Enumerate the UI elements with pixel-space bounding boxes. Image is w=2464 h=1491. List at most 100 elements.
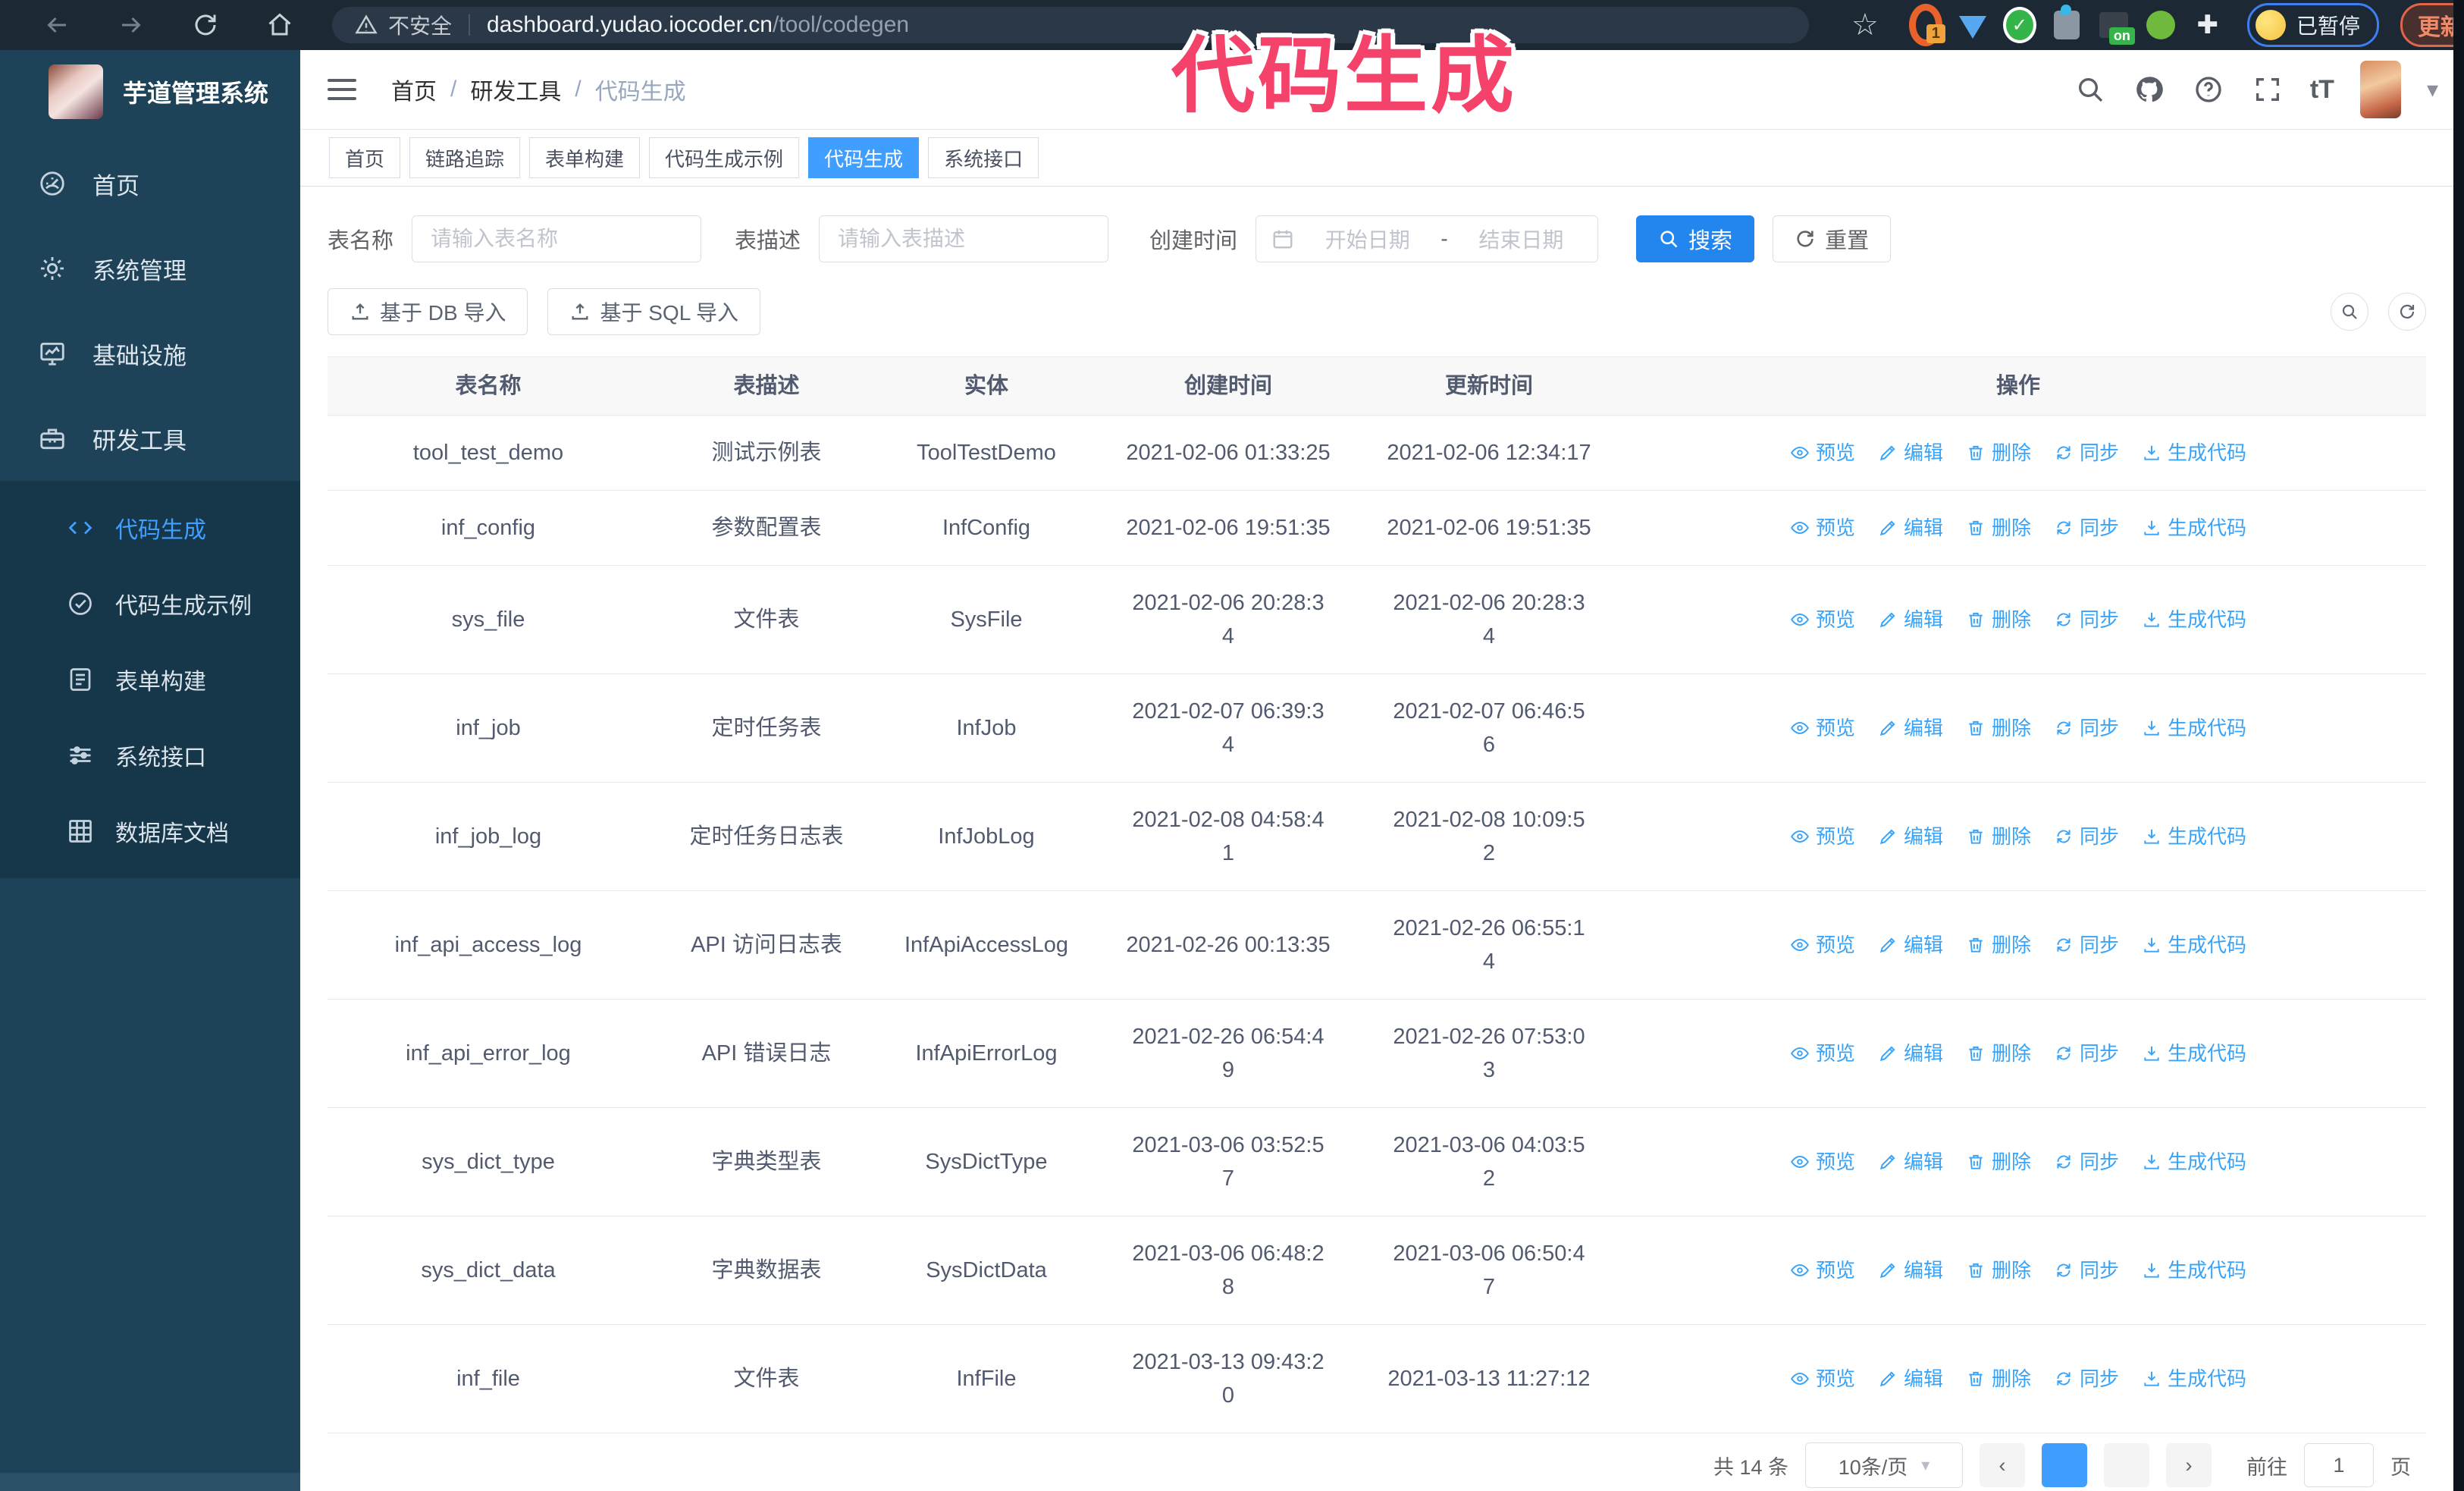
row-action-link[interactable]: 预览 — [1790, 928, 1855, 962]
page-tab[interactable]: 链路追踪 — [409, 137, 521, 178]
avatar[interactable] — [2359, 61, 2401, 118]
avatar-caret-icon[interactable]: ▾ — [2427, 77, 2438, 103]
address-bar[interactable]: 不安全 dashboard.yudao.iocoder.cn /tool/cod… — [332, 7, 1809, 43]
row-action-link[interactable]: 删除 — [1966, 1145, 2031, 1179]
row-action-link[interactable]: 删除 — [1966, 820, 2031, 853]
page-tab[interactable]: 系统接口 — [928, 137, 1039, 178]
row-action-link[interactable]: 编辑 — [1878, 511, 1943, 545]
row-action-link[interactable]: 同步 — [2054, 1362, 2119, 1395]
browser-reload-icon[interactable] — [188, 8, 223, 42]
row-action-link[interactable]: 预览 — [1790, 1037, 1855, 1070]
row-action-link[interactable]: 预览 — [1790, 603, 1855, 636]
browser-home-icon[interactable] — [262, 8, 297, 42]
breadcrumb-devtools[interactable]: 研发工具 — [470, 73, 561, 106]
page-tab[interactable]: 代码生成 — [808, 137, 920, 178]
import-db-button[interactable]: 基于 DB 导入 — [328, 288, 528, 335]
row-action-link[interactable]: 同步 — [2054, 1037, 2119, 1070]
row-action-link[interactable]: 编辑 — [1878, 1145, 1943, 1179]
page-tab[interactable]: 首页 — [329, 137, 401, 178]
sidebar-item[interactable]: 研发工具 — [0, 396, 300, 481]
bookmark-star-icon[interactable]: ☆ — [1851, 8, 1879, 42]
page-tab[interactable]: 代码生成示例 — [649, 137, 800, 178]
row-action-link[interactable]: 同步 — [2054, 1145, 2119, 1179]
row-action-link[interactable]: 生成代码 — [2142, 1362, 2246, 1395]
breadcrumb-home[interactable]: 首页 — [391, 73, 437, 106]
row-action-link[interactable]: 预览 — [1790, 1145, 1855, 1179]
row-action-link[interactable]: 生成代码 — [2142, 1037, 2246, 1070]
row-action-link[interactable]: 编辑 — [1878, 928, 1943, 962]
row-action-link[interactable]: 生成代码 — [2142, 1145, 2246, 1179]
extension-check-icon[interactable]: ✓ — [2002, 7, 2036, 43]
row-action-link[interactable]: 生成代码 — [2142, 603, 2246, 636]
goto-page-input[interactable] — [2304, 1443, 2374, 1487]
next-page-button[interactable]: › — [2166, 1443, 2212, 1487]
import-sql-button[interactable]: 基于 SQL 导入 — [547, 288, 761, 335]
extension-adblock-icon[interactable]: 1 — [1908, 4, 1945, 46]
row-action-link[interactable]: 生成代码 — [2142, 820, 2246, 853]
help-icon[interactable] — [2192, 73, 2225, 106]
fullscreen-icon[interactable] — [2251, 73, 2284, 106]
table-desc-input[interactable] — [819, 215, 1109, 262]
extension-puzzle-icon[interactable]: ✚ — [2191, 8, 2224, 42]
row-action-link[interactable]: 预览 — [1790, 820, 1855, 853]
row-action-link[interactable]: 预览 — [1790, 511, 1855, 545]
row-action-link[interactable]: 同步 — [2054, 511, 2119, 545]
font-size-icon[interactable]: tT — [2310, 75, 2334, 105]
row-action-link[interactable]: 生成代码 — [2142, 711, 2246, 745]
prev-page-button[interactable]: ‹ — [1980, 1443, 2025, 1487]
page-size-select[interactable]: 10条/页 ▾ — [1805, 1442, 1963, 1488]
row-action-link[interactable]: 编辑 — [1878, 603, 1943, 636]
collapse-sidebar-icon[interactable] — [328, 79, 356, 100]
sidebar-subitem[interactable]: 表单构建 — [0, 642, 300, 717]
sidebar-subitem[interactable]: 代码生成示例 — [0, 566, 300, 642]
row-action-link[interactable]: 生成代码 — [2142, 436, 2246, 469]
row-action-link[interactable]: 同步 — [2054, 928, 2119, 962]
github-icon[interactable] — [2133, 73, 2166, 106]
row-action-link[interactable]: 同步 — [2054, 436, 2119, 469]
page-number-button[interactable] — [2104, 1443, 2149, 1487]
row-action-link[interactable]: 生成代码 — [2142, 928, 2246, 962]
paused-pill[interactable]: 已暂停 — [2246, 3, 2379, 47]
row-action-link[interactable]: 删除 — [1966, 928, 2031, 962]
page-number-button[interactable] — [2042, 1443, 2087, 1487]
row-action-link[interactable]: 预览 — [1790, 711, 1855, 745]
sidebar-subitem[interactable]: 数据库文档 — [0, 793, 300, 869]
toggle-search-button[interactable] — [2331, 293, 2368, 331]
browser-forward-icon[interactable] — [114, 8, 149, 42]
row-action-link[interactable]: 编辑 — [1878, 1362, 1943, 1395]
row-action-link[interactable]: 删除 — [1966, 1037, 2031, 1070]
row-action-link[interactable]: 编辑 — [1878, 1254, 1943, 1287]
row-action-link[interactable]: 编辑 — [1878, 711, 1943, 745]
row-action-link[interactable]: 同步 — [2054, 1254, 2119, 1287]
sidebar-collapse-bar[interactable] — [0, 1473, 300, 1491]
sidebar-item[interactable]: 系统管理 — [0, 226, 300, 311]
sidebar-subitem[interactable]: 系统接口 — [0, 717, 300, 793]
search-icon[interactable] — [2074, 73, 2107, 106]
row-action-link[interactable]: 同步 — [2054, 820, 2119, 853]
row-action-link[interactable]: 删除 — [1966, 511, 2031, 545]
reset-button[interactable]: 重置 — [1773, 215, 1892, 262]
extension-on-icon[interactable]: on — [2097, 8, 2135, 45]
extension-gem-icon[interactable] — [1956, 8, 1989, 42]
row-action-link[interactable]: 编辑 — [1878, 436, 1943, 469]
row-action-link[interactable]: 删除 — [1966, 1362, 2031, 1395]
page-tab[interactable]: 表单构建 — [529, 137, 641, 178]
brand-row[interactable]: 芋道管理系统 — [0, 50, 300, 133]
table-name-input[interactable] — [412, 215, 702, 262]
row-action-link[interactable]: 生成代码 — [2142, 511, 2246, 545]
row-action-link[interactable]: 删除 — [1966, 1254, 2031, 1287]
row-action-link[interactable]: 同步 — [2054, 711, 2119, 745]
row-action-link[interactable]: 预览 — [1790, 1362, 1855, 1395]
extension-drop-icon[interactable] — [2050, 5, 2083, 42]
date-range-picker[interactable]: 开始日期 - 结束日期 — [1256, 215, 1599, 262]
sidebar-item[interactable]: 首页 — [0, 141, 300, 226]
sidebar-subitem[interactable]: 代码生成 — [0, 490, 300, 566]
search-button[interactable]: 搜索 — [1636, 215, 1755, 262]
row-action-link[interactable]: 删除 — [1966, 603, 2031, 636]
row-action-link[interactable]: 删除 — [1966, 711, 2031, 745]
row-action-link[interactable]: 同步 — [2054, 603, 2119, 636]
extension-monkey-icon[interactable] — [2144, 8, 2177, 42]
row-action-link[interactable]: 生成代码 — [2142, 1254, 2246, 1287]
browser-back-icon[interactable] — [39, 8, 74, 42]
sidebar-item[interactable]: 基础设施 — [0, 311, 300, 396]
